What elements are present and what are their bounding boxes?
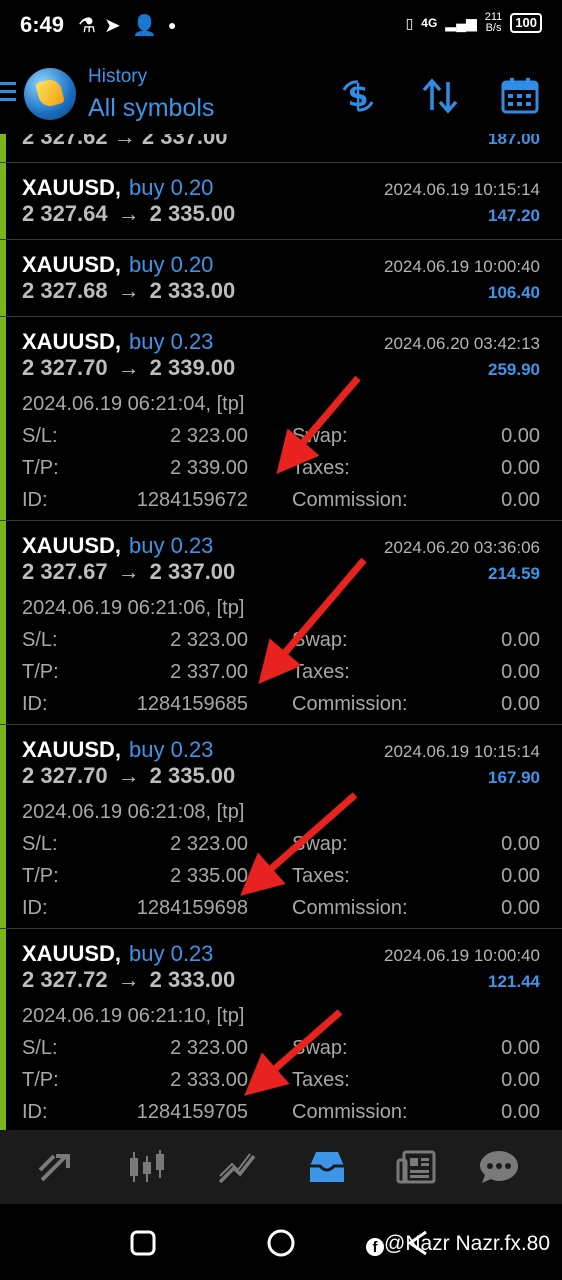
bottom-navigation — [0, 1130, 562, 1204]
home-icon[interactable] — [266, 1228, 296, 1258]
history-icon[interactable] — [306, 1148, 348, 1186]
recents-icon[interactable] — [130, 1230, 156, 1256]
facebook-icon: f — [366, 1238, 384, 1256]
annotation-arrow — [276, 375, 361, 475]
watermark: f @Nazr Nazr.fx.80 — [366, 1232, 550, 1256]
analytics-icon[interactable] — [216, 1148, 258, 1186]
annotation-arrow — [240, 792, 358, 896]
annotation-arrow — [244, 1009, 343, 1096]
watermark-text: @Nazr Nazr.fx.80 — [384, 1232, 551, 1255]
annotation-arrows — [240, 375, 367, 1096]
chat-icon[interactable] — [478, 1148, 520, 1186]
annotation-arrow — [258, 557, 367, 684]
chart-icon[interactable] — [126, 1148, 168, 1186]
news-icon[interactable] — [396, 1148, 438, 1186]
trade-icon[interactable] — [36, 1148, 78, 1186]
